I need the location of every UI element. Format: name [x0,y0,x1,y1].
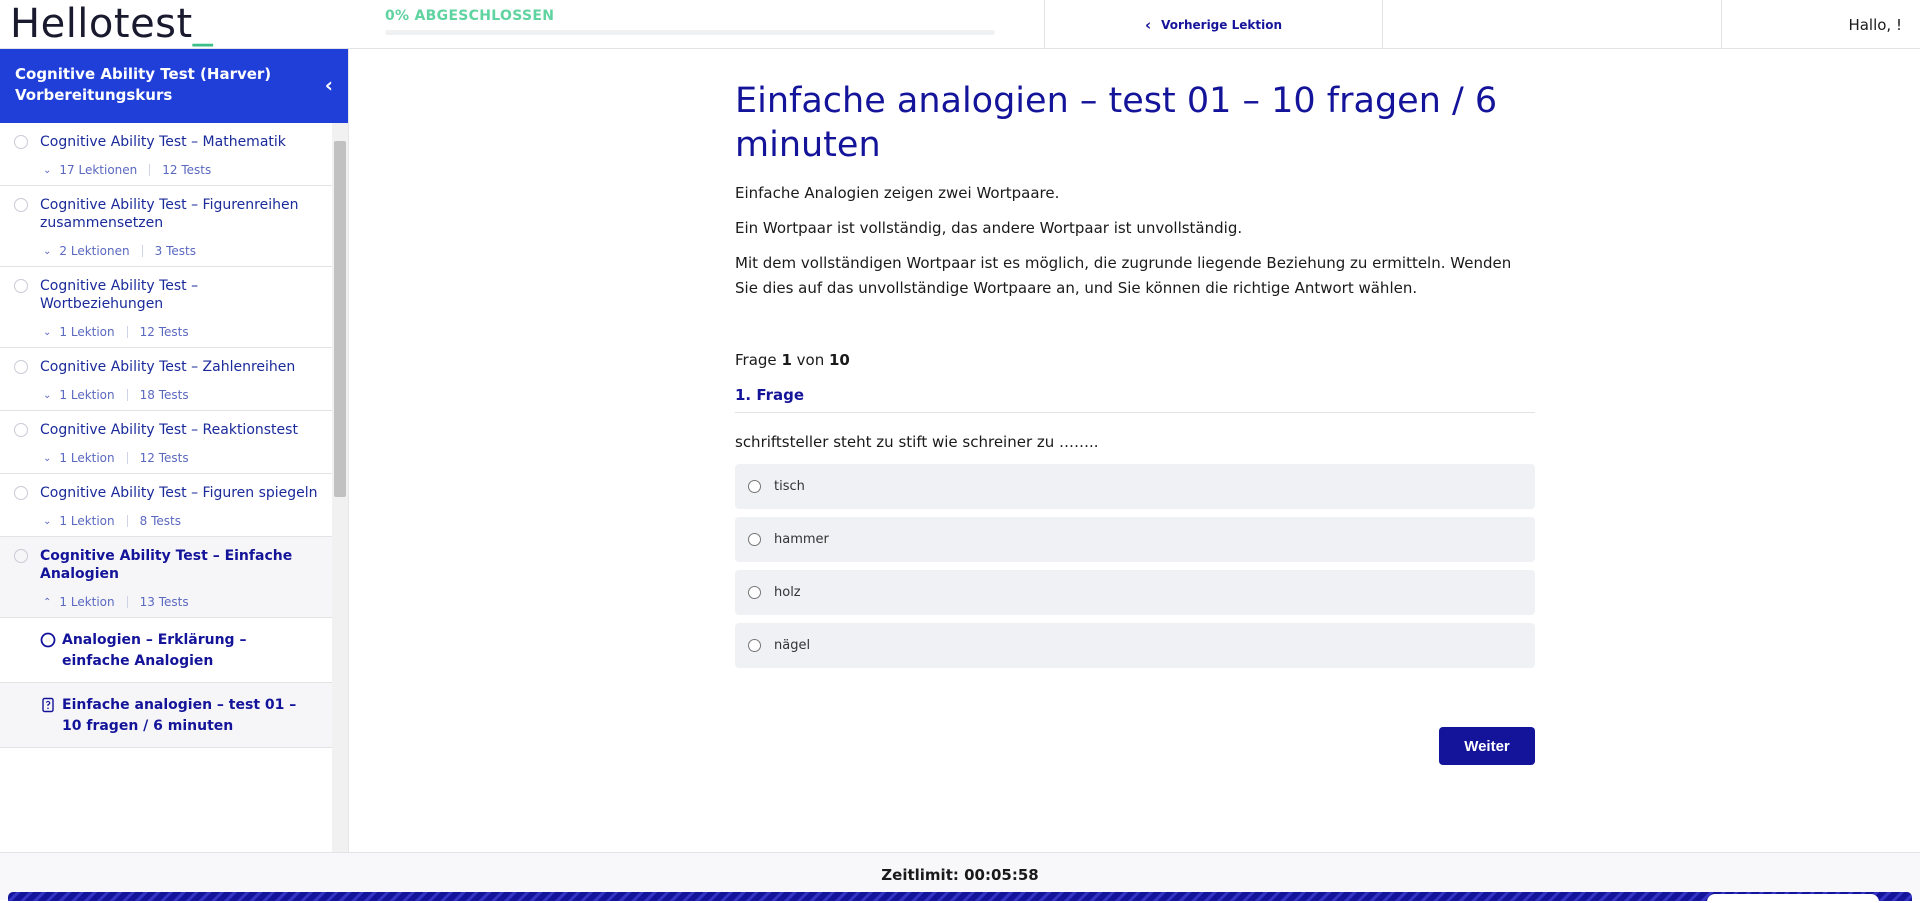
radio-button[interactable] [748,480,761,493]
status-circle-icon [14,360,28,374]
sidebar-quiz-item-current[interactable]: Einfache analogien – test 01 – 10 fragen… [0,683,332,748]
time-limit: Zeitlimit: 00:05:58 [881,866,1039,884]
answer-option[interactable]: tisch [735,464,1535,509]
sidebar-section[interactable]: Cognitive Ability Test – Reaktionstest ⌄… [0,411,332,474]
answer-label: tisch [774,479,805,494]
question-heading: 1. Frage [735,386,1535,413]
section-title: Cognitive Ability Test – Reaktionstest [40,422,298,438]
divider [1382,0,1383,49]
section-lessons-count: 1 Lektion [59,451,115,465]
next-button[interactable]: Weiter [1439,727,1535,765]
status-circle-icon [14,486,28,500]
timer-overlay-tab [1707,894,1879,903]
sidebar-section[interactable]: Cognitive Ability Test – Figuren spiegel… [0,474,332,537]
section-title: Cognitive Ability Test – Figurenreihen z… [40,197,299,231]
radio-button[interactable] [748,533,761,546]
answer-label: holz [774,585,801,600]
section-tests-count: 12 Tests [139,325,189,339]
section-title: Cognitive Ability Test – Mathematik [40,134,286,150]
sidebar-section[interactable]: Cognitive Ability Test – Wortbeziehungen… [0,267,332,348]
status-circle-icon [14,549,28,563]
chevron-down-icon[interactable]: ⌄ [43,246,51,257]
status-circle-icon [14,279,28,293]
sidebar-lesson-item[interactable]: Analogien – Erklärung – einfache Analogi… [0,618,332,683]
quiz-icon [42,697,54,713]
intro-paragraph: Ein Wortpaar ist vollständig, das andere… [735,219,1243,237]
status-circle-icon [14,198,28,212]
course-title: Cognitive Ability Test (Harver) Vorberei… [15,65,272,104]
answer-option[interactable]: hammer [735,517,1535,562]
sidebar-scrollbar-thumb[interactable] [334,141,346,497]
course-progress: 0% ABGESCHLOSSEN [385,8,995,35]
answer-option[interactable]: holz [735,570,1535,615]
section-lessons-count: 2 Lektionen [59,244,130,258]
radio-button[interactable] [748,639,761,652]
sidebar-section[interactable]: Cognitive Ability Test – Mathematik ⌄ 17 … [0,123,332,186]
chevron-left-icon: ‹ [1144,15,1152,34]
sidebar-section[interactable]: Cognitive Ability Test – Figurenreihen z… [0,186,332,267]
counter-of: von [796,351,825,369]
intro-paragraph: Einfache Analogien zeigen zwei Wortpaare… [735,184,1060,202]
sidebar-section-list[interactable]: Cognitive Ability Test – Mathematik ⌄ 17 … [0,123,332,852]
previous-lesson-label: Vorherige Lektion [1161,17,1282,32]
collapse-sidebar-icon[interactable]: ‹ [325,73,333,97]
answer-label: hammer [774,532,829,547]
sidebar-section[interactable]: Cognitive Ability Test – Zahlenreihen ⌄ 1… [0,348,332,411]
chevron-up-icon[interactable]: ⌃ [43,597,51,608]
section-title: Cognitive Ability Test – Figuren spiegel… [40,485,318,501]
section-tests-count: 13 Tests [139,595,189,609]
section-tests-count: 8 Tests [139,514,181,528]
section-title: Cognitive Ability Test – Einfache Analog… [40,548,293,582]
intro-paragraph: Mit dem vollständigen Wortpaar ist es mö… [735,254,1512,297]
question-text: schriftsteller steht zu stift wie schrei… [735,433,1099,451]
status-circle-icon [14,423,28,437]
circle-icon [40,632,56,648]
counter-current: 1 [781,351,792,369]
counter-total: 10 [829,351,850,369]
section-tests-count: 12 Tests [162,163,212,177]
chevron-down-icon[interactable]: ⌄ [43,516,51,527]
status-circle-icon [14,135,28,149]
progress-track [385,30,995,35]
timer-bar-container: Zeitlimit: 00:05:58 [0,852,1920,903]
chevron-down-icon[interactable]: ⌄ [43,390,51,401]
logo-text: Hellotest [10,1,193,47]
section-lessons-count: 1 Lektion [59,514,115,528]
question-counter: Frage 1 von 10 [735,351,1535,369]
divider [1721,0,1722,49]
section-lessons-count: 1 Lektion [59,595,115,609]
section-tests-count: 18 Tests [139,388,189,402]
top-bar: Hellotest_ 0% ABGESCHLOSSEN ‹ Vorherige … [0,0,1920,49]
section-tests-count: 3 Tests [154,244,196,258]
counter-prefix: Frage [735,351,777,369]
sidebar-section-active[interactable]: Cognitive Ability Test – Einfache Analog… [0,537,332,618]
section-title: Cognitive Ability Test – Wortbeziehungen [40,278,199,312]
course-sidebar: Cognitive Ability Test (Harver) Vorberei… [0,49,349,852]
page-title: Einfache analogien – test 01 – 10 fragen… [735,81,1498,165]
previous-lesson-button[interactable]: ‹ Vorherige Lektion [1045,0,1382,49]
section-title: Cognitive Ability Test – Zahlenreihen [40,359,296,375]
radio-button[interactable] [748,586,761,599]
answer-option[interactable]: nägel [735,623,1535,668]
logo-underscore: _ [192,1,214,47]
chevron-down-icon[interactable]: ⌄ [43,327,51,338]
chevron-down-icon[interactable]: ⌄ [43,453,51,464]
answer-options: tisch hammer holz nägel [735,464,1535,668]
quiz-label: Einfache analogien – test 01 – 10 fragen… [62,697,297,734]
quiz-content: Einfache analogien – test 01 – 10 fragen… [735,49,1535,765]
section-lessons-count: 17 Lektionen [59,163,138,177]
section-lessons-count: 1 Lektion [59,388,115,402]
answer-label: nägel [774,638,811,653]
lesson-label: Analogien – Erklärung – einfache Analogi… [62,632,247,669]
progress-label: 0% ABGESCHLOSSEN [385,8,555,24]
logo[interactable]: Hellotest_ [10,2,213,46]
user-greeting[interactable]: Hallo, ! [1848,0,1902,49]
sidebar-header: Cognitive Ability Test (Harver) Vorberei… [0,49,348,123]
section-lessons-count: 1 Lektion [59,325,115,339]
chevron-down-icon[interactable]: ⌄ [43,165,51,176]
section-tests-count: 12 Tests [139,451,189,465]
